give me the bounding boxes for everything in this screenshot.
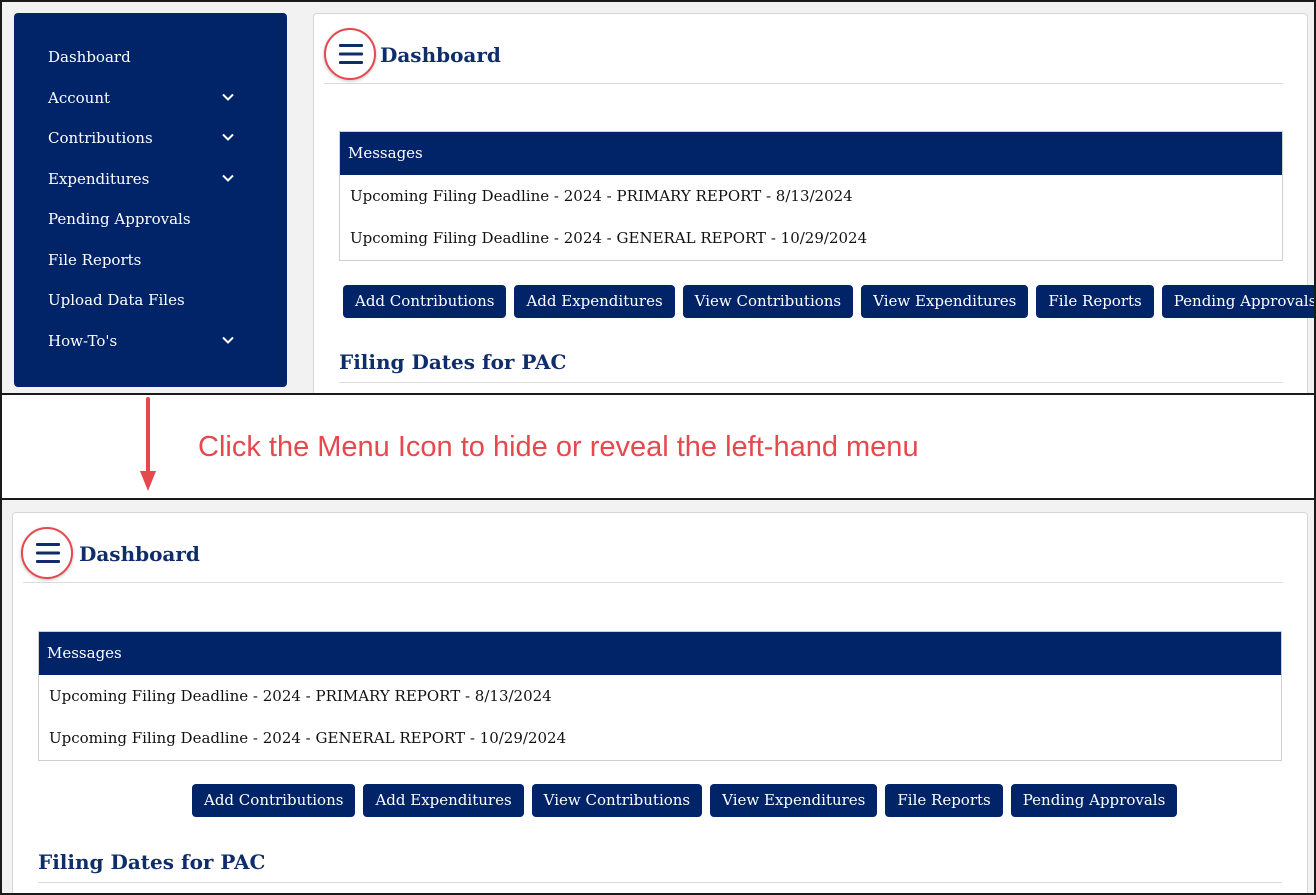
sidebar-item-label: Upload Data Files [48, 291, 185, 309]
sidebar-item-label: Pending Approvals [48, 210, 191, 228]
view-expenditures-button[interactable]: View Expenditures [861, 285, 1029, 318]
filing-dates-title: Filing Dates for PAC [339, 350, 1283, 383]
add-expenditures-button[interactable]: Add Expenditures [363, 784, 524, 817]
annotation-band: Click the Menu Icon to hide or reveal th… [0, 395, 1316, 500]
hamburger-menu-icon [36, 543, 60, 563]
pending-approvals-button[interactable]: Pending Approvals [1010, 784, 1178, 817]
screenshot-menu-visible: Dashboard Account Contributions Expendit… [0, 0, 1316, 395]
messages-header: Messages [340, 132, 1282, 175]
file-reports-button[interactable]: File Reports [1036, 285, 1154, 318]
chevron-down-icon [222, 174, 234, 182]
page-header: Dashboard [324, 14, 1283, 84]
arrow-down-icon [140, 397, 156, 491]
add-contributions-button[interactable]: Add Contributions [192, 784, 356, 817]
sidebar-item-account[interactable]: Account [14, 87, 287, 128]
page-title: Dashboard [79, 542, 200, 566]
sidebar-item-expenditures[interactable]: Expenditures [14, 168, 287, 209]
chevron-down-icon [222, 336, 234, 344]
chevron-down-icon [222, 93, 234, 101]
sidebar-item-label: Dashboard [48, 48, 131, 66]
chevron-down-icon [222, 133, 234, 141]
sidebar-item-label: How-To's [48, 331, 118, 350]
main-content: Dashboard Messages Upcoming Filing Deadl… [313, 13, 1314, 393]
action-buttons: Add Contributions Add Expenditures View … [343, 285, 1314, 318]
message-item: Upcoming Filing Deadline - 2024 - PRIMAR… [350, 187, 853, 205]
left-sidebar-menu: Dashboard Account Contributions Expendit… [14, 13, 287, 387]
instruction-text: Click the Menu Icon to hide or reveal th… [198, 431, 919, 463]
pending-approvals-button[interactable]: Pending Approvals [1161, 285, 1314, 318]
main-content-expanded: Dashboard Messages Upcoming Filing Deadl… [12, 512, 1308, 893]
sidebar-item-dashboard[interactable]: Dashboard [14, 46, 287, 87]
sidebar-item-label: Account [48, 88, 111, 107]
messages-panel: Messages Upcoming Filing Deadline - 2024… [38, 631, 1282, 761]
view-contributions-button[interactable]: View Contributions [682, 285, 854, 318]
sidebar-item-how-tos[interactable]: How-To's [14, 330, 287, 371]
message-item: Upcoming Filing Deadline - 2024 - GENERA… [49, 729, 567, 747]
view-contributions-button[interactable]: View Contributions [531, 784, 703, 817]
filing-dates-title: Filing Dates for PAC [38, 850, 1282, 883]
page-title: Dashboard [380, 43, 501, 67]
menu-toggle-button[interactable] [324, 28, 376, 80]
add-expenditures-button[interactable]: Add Expenditures [514, 285, 675, 318]
sidebar-item-label: Contributions [48, 129, 153, 147]
sidebar-item-file-reports[interactable]: File Reports [14, 249, 287, 290]
sidebar-item-label: File Reports [48, 250, 142, 269]
action-buttons: Add Contributions Add Expenditures View … [192, 784, 1178, 817]
messages-panel: Messages Upcoming Filing Deadline - 2024… [339, 131, 1283, 261]
file-reports-button[interactable]: File Reports [885, 784, 1003, 817]
sidebar-item-contributions[interactable]: Contributions [14, 127, 287, 168]
sidebar-item-label: Expenditures [48, 169, 150, 188]
screenshot-menu-hidden: Dashboard Messages Upcoming Filing Deadl… [0, 498, 1316, 895]
add-contributions-button[interactable]: Add Contributions [343, 285, 507, 318]
sidebar-item-upload-data-files[interactable]: Upload Data Files [14, 289, 287, 330]
message-item: Upcoming Filing Deadline - 2024 - PRIMAR… [49, 687, 552, 705]
message-item: Upcoming Filing Deadline - 2024 - GENERA… [350, 229, 868, 247]
view-expenditures-button[interactable]: View Expenditures [710, 784, 878, 817]
menu-toggle-button[interactable] [21, 527, 73, 579]
hamburger-menu-icon [339, 44, 363, 64]
sidebar-item-pending-approvals[interactable]: Pending Approvals [14, 208, 287, 249]
messages-header: Messages [39, 632, 1281, 675]
page-header: Dashboard [21, 513, 1283, 583]
